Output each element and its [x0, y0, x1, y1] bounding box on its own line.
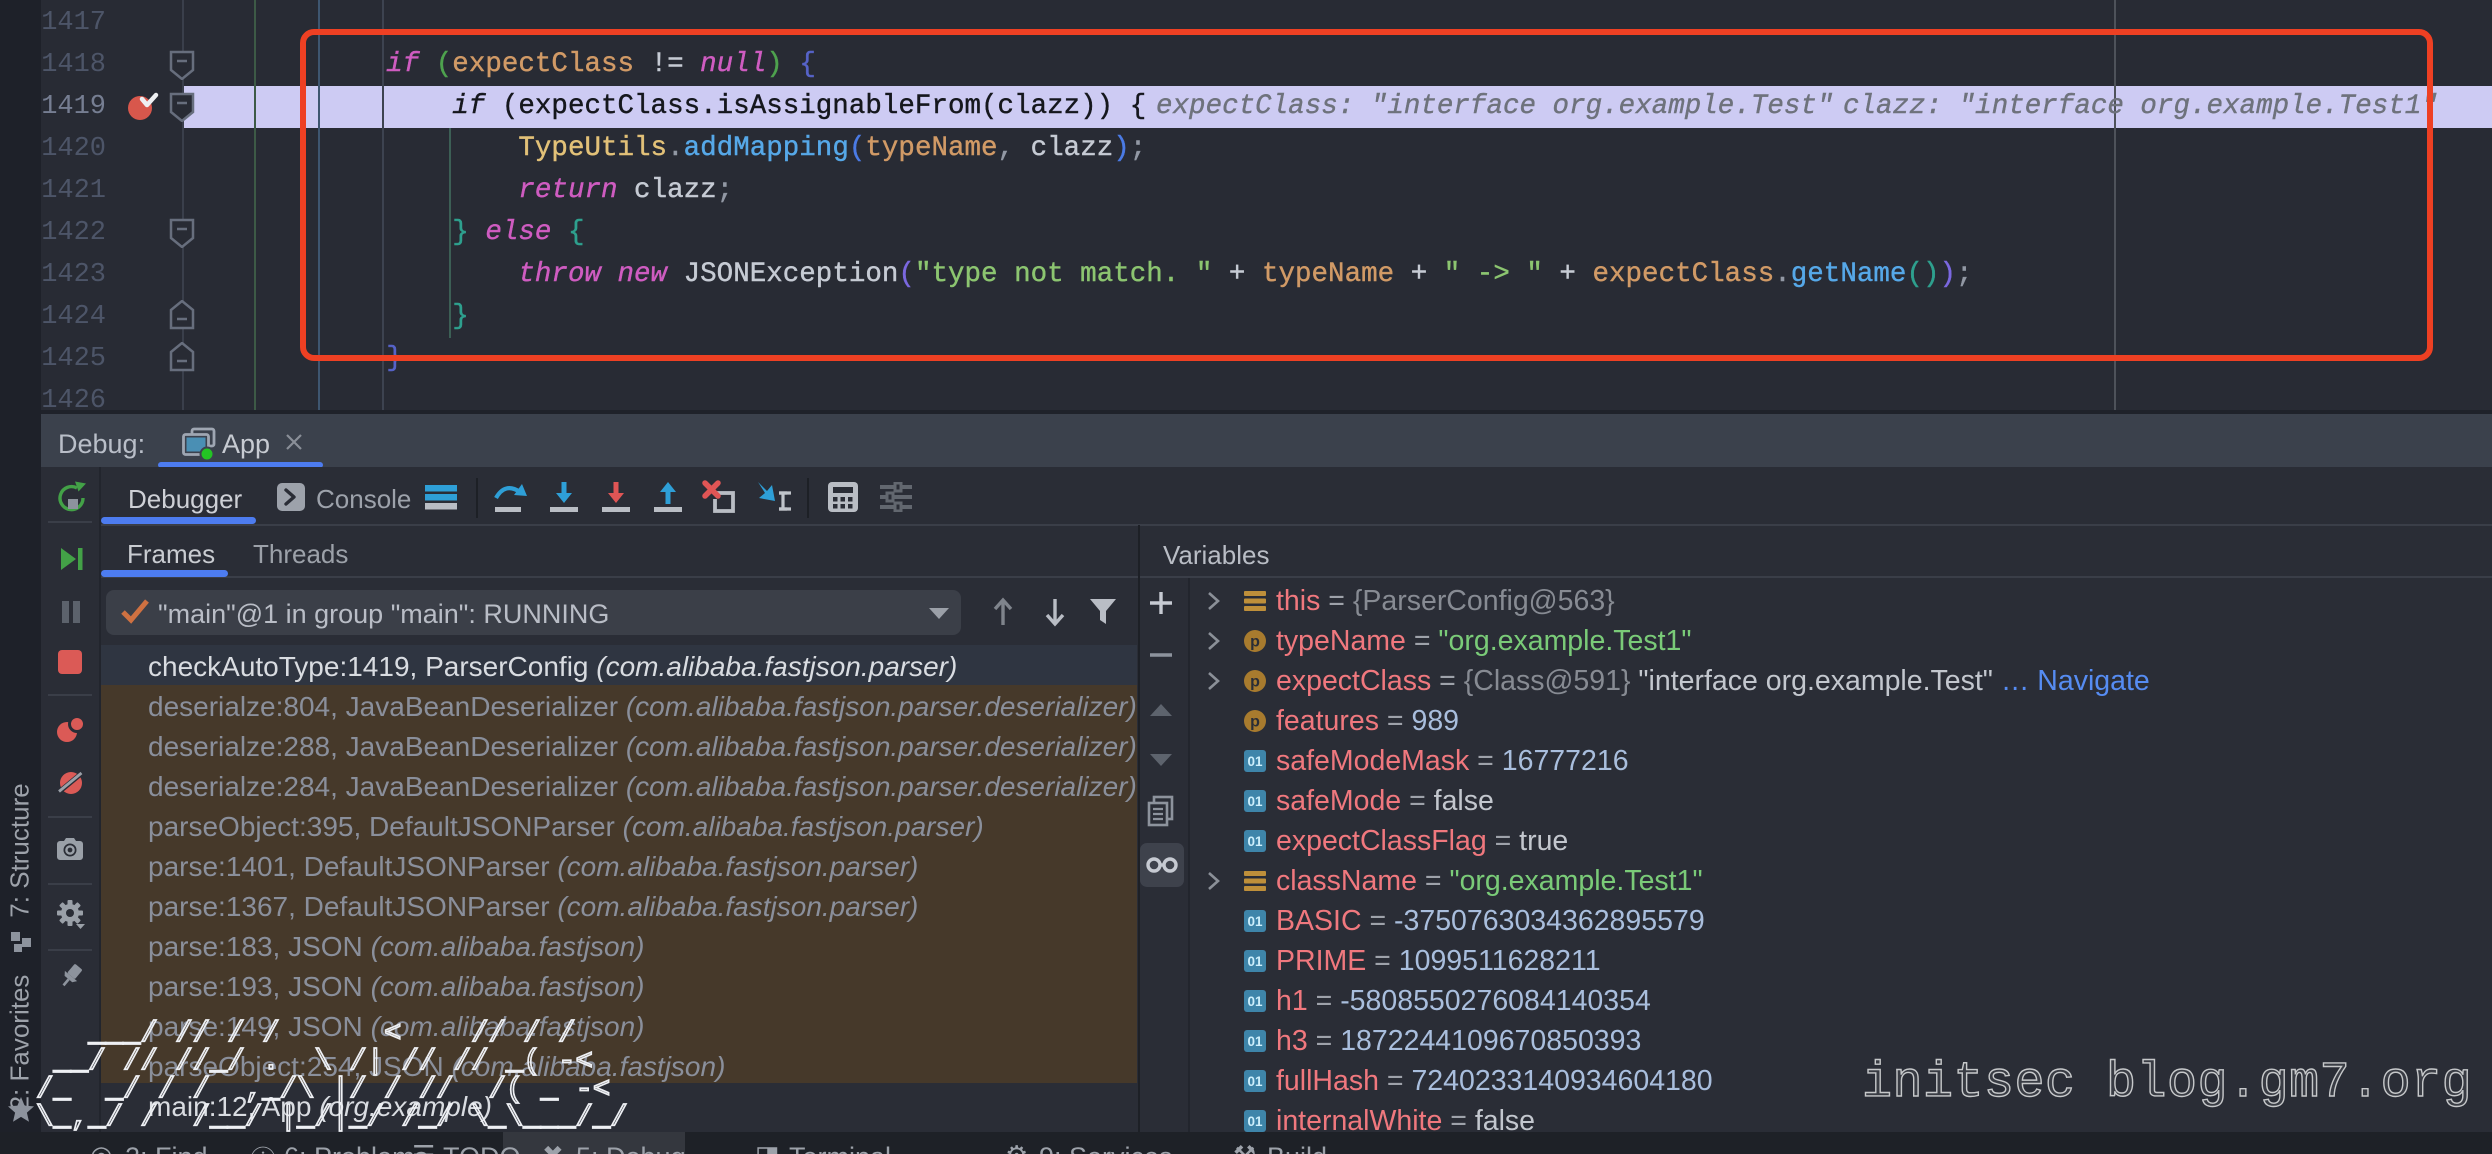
svg-text:01: 01	[1247, 1114, 1263, 1129]
svg-text:01: 01	[1247, 1034, 1263, 1049]
svg-text:01: 01	[1247, 1074, 1263, 1089]
svg-text:01: 01	[1247, 954, 1263, 969]
svg-text:01: 01	[1247, 794, 1263, 809]
svg-text:01: 01	[1247, 914, 1263, 929]
svg-text:01: 01	[1247, 754, 1263, 769]
svg-text:p: p	[1250, 634, 1260, 651]
svg-text:01: 01	[1247, 834, 1263, 849]
svg-text:p: p	[1250, 674, 1260, 691]
svg-text:01: 01	[1247, 994, 1263, 1009]
svg-text:p: p	[1250, 714, 1260, 731]
